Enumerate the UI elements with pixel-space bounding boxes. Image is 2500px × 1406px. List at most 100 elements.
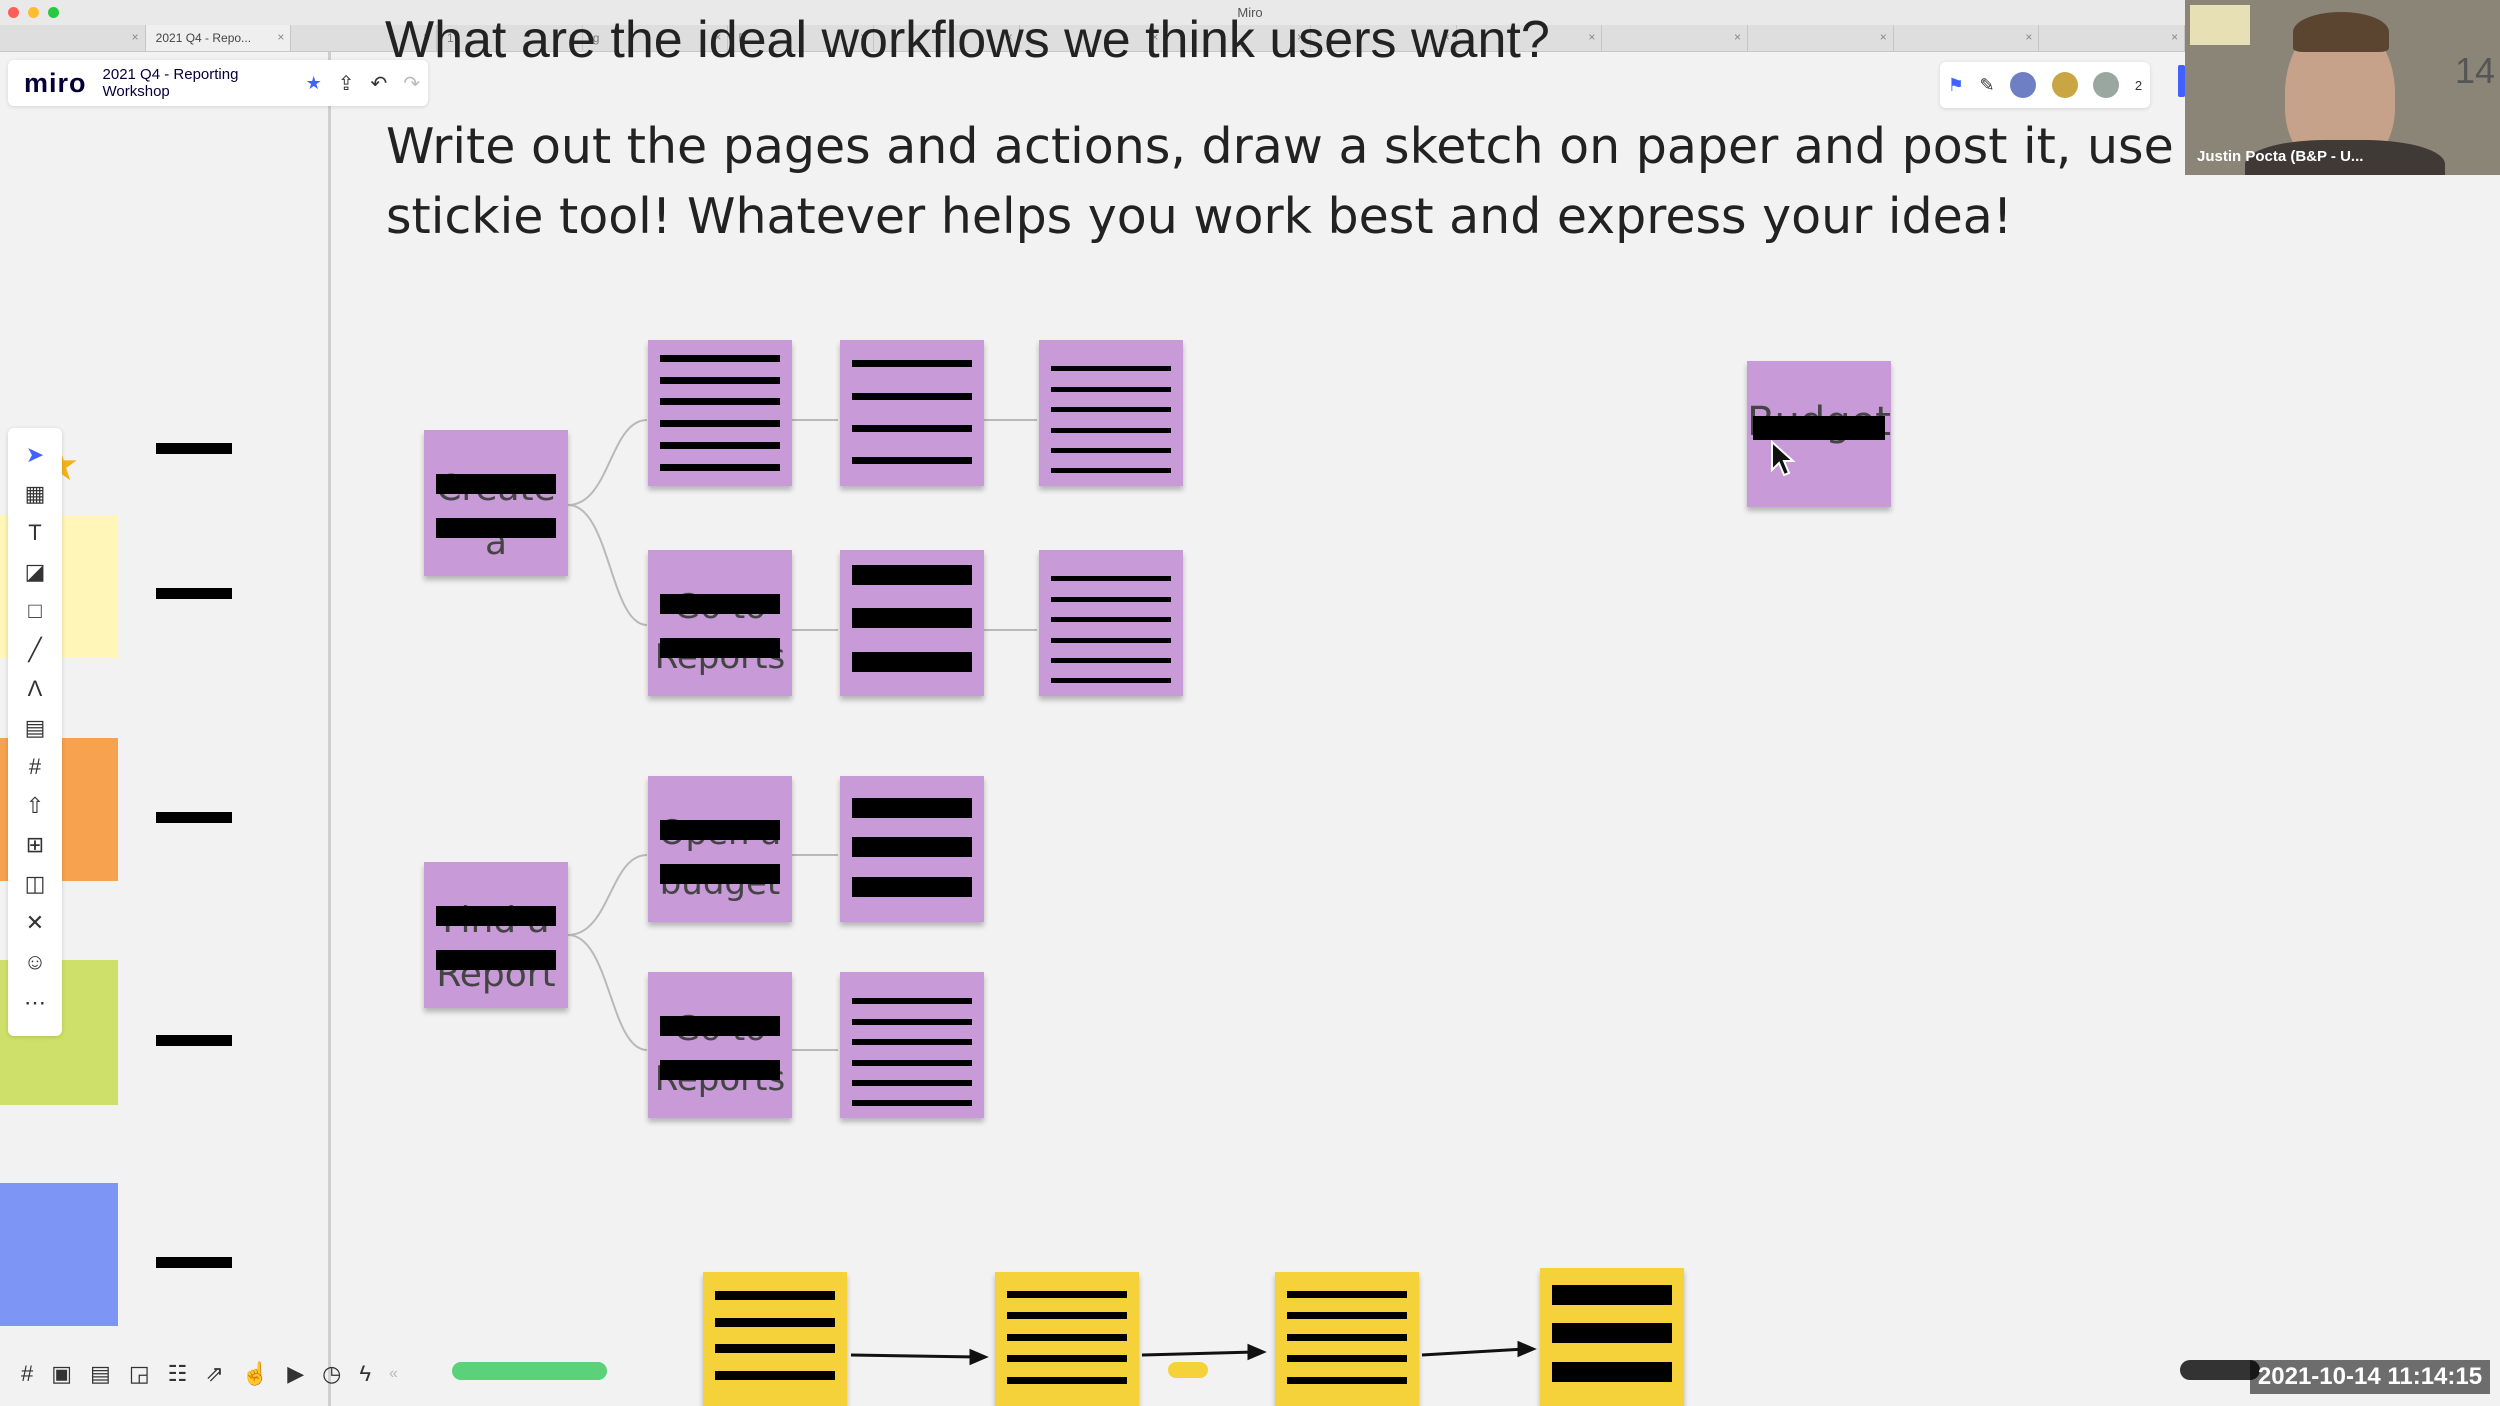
connectors [567, 419, 1537, 1366]
sticky-yellow-step[interactable] [1275, 1272, 1419, 1406]
video-participant-tile: 14 Justin Pocta (B&P - U... [2185, 0, 2500, 175]
comment-bubble[interactable] [1168, 1362, 1208, 1378]
sticky-go-to-reports-2[interactable]: Go to Reports [648, 972, 792, 1118]
redaction-bar [1050, 617, 1172, 623]
upload-icon[interactable]: ⇧ [8, 793, 62, 819]
connector-line [567, 419, 648, 506]
redaction-bar [1050, 678, 1172, 684]
screen-share-icon[interactable]: ◲ [129, 1361, 150, 1387]
collaborator-count[interactable]: 2 [2135, 78, 2142, 93]
redaction-bar [851, 1018, 973, 1025]
video-call-icon[interactable]: ▶ [287, 1361, 304, 1387]
reactions-icon[interactable]: ⚑ [1948, 75, 1964, 96]
sticky-create-report-button[interactable] [840, 550, 984, 696]
board-name[interactable]: 2021 Q4 - Reporting Workshop [103, 66, 288, 100]
redaction-bar [1006, 1355, 1128, 1363]
redaction-bar [851, 652, 973, 673]
sticky-open-budget[interactable] [648, 340, 792, 486]
text-tool-icon[interactable]: T [8, 520, 62, 546]
redo-icon[interactable]: ↷ [403, 71, 420, 96]
select-tool-icon[interactable]: ➤ [8, 442, 62, 468]
redaction-bar [1050, 596, 1172, 602]
redaction-bar [1006, 1290, 1128, 1298]
redaction-bar [1050, 576, 1172, 582]
redaction-bar [1551, 1323, 1673, 1344]
redaction-bar [1050, 386, 1172, 392]
redaction-bar [659, 637, 781, 658]
sticky-budget[interactable]: Budget [1747, 361, 1891, 507]
templates-icon[interactable]: ▦ [8, 481, 62, 507]
arrow-line [1421, 1347, 1526, 1357]
redaction-bar [435, 905, 557, 926]
shape-icon[interactable]: □ [8, 598, 62, 624]
redaction-bar [851, 1039, 973, 1046]
celebrate-icon[interactable]: ✎ [1980, 75, 1995, 96]
page-number: 14 [2455, 50, 2496, 91]
redaction-bar [1551, 1361, 1673, 1382]
sticky-go-to-reports[interactable]: Go to Reports [648, 550, 792, 696]
sticky-yellow-step[interactable] [703, 1272, 847, 1406]
share-button[interactable] [2178, 65, 2185, 97]
redaction-bar [659, 354, 781, 362]
arrowhead [969, 1348, 989, 1366]
redaction-bar [851, 797, 973, 818]
redaction-bar [659, 442, 781, 450]
emoji-icon[interactable]: ☺ [8, 949, 62, 975]
line-icon[interactable]: ╱ [8, 637, 62, 663]
sticky-note-icon[interactable]: ◪ [8, 559, 62, 585]
avatar[interactable] [2093, 72, 2120, 98]
avatar[interactable] [2051, 72, 2078, 98]
sticky-yellow-step[interactable] [995, 1272, 1139, 1406]
share-icon[interactable]: ⇪ [338, 71, 355, 96]
table-icon[interactable]: ⊞ [8, 832, 62, 858]
more-tools-icon[interactable]: ⋯ [8, 990, 62, 1016]
redaction-bar [659, 398, 781, 406]
timer-icon[interactable]: ◷ [322, 1361, 341, 1387]
miro-logo[interactable]: miro [24, 68, 87, 99]
sticky-find-report[interactable]: Find a Report [424, 862, 568, 1008]
redaction-bar [659, 464, 781, 472]
redaction-bar [1286, 1376, 1408, 1384]
participant-name: Justin Pocta (B&P - U... [2197, 148, 2364, 165]
export-icon[interactable]: ⇗ [205, 1361, 223, 1387]
redaction-bar [851, 392, 973, 400]
vote-icon[interactable]: ☝ [242, 1361, 269, 1387]
sticky-yellow-step[interactable] [1540, 1268, 1684, 1406]
redaction-bar [659, 1059, 781, 1080]
avatar[interactable] [2010, 72, 2037, 98]
collapse-icon[interactable]: « [389, 1365, 398, 1383]
sticky-report-details[interactable] [1039, 340, 1183, 486]
redaction-bar [851, 876, 973, 897]
redaction-bar [851, 424, 973, 432]
redaction-bar [1050, 468, 1172, 474]
mind-map-icon[interactable]: ✕ [8, 910, 62, 936]
comment-icon[interactable]: ▤ [8, 715, 62, 741]
chat-icon[interactable]: ▤ [90, 1361, 111, 1387]
redaction-bar [1050, 407, 1172, 413]
sticky-report-list-details[interactable] [840, 972, 984, 1118]
sticky-create-report[interactable]: Create a Report [424, 430, 568, 576]
redaction-bar [1752, 416, 1886, 441]
redaction-bar [851, 1059, 973, 1066]
recording-timestamp: 2021-10-14 11:14:15 [2250, 1360, 2490, 1394]
frame-icon[interactable]: # [8, 754, 62, 780]
participant-cursor-label [452, 1362, 607, 1380]
redaction-bar [435, 949, 557, 970]
sticky-open-a-budget[interactable]: Open a budget [648, 776, 792, 922]
redaction-bar [1006, 1333, 1128, 1341]
board-header: miro 2021 Q4 - Reporting Workshop ★ ⇪ ↶ … [8, 60, 428, 106]
pen-icon[interactable]: Λ [8, 676, 62, 702]
undo-icon[interactable]: ↶ [370, 71, 387, 96]
redaction-bar [1286, 1355, 1408, 1363]
background-poster [2190, 5, 2250, 45]
sticky-go-to-report-section[interactable] [840, 776, 984, 922]
star-icon[interactable]: ★ [306, 73, 322, 94]
sticky-report-config[interactable] [1039, 550, 1183, 696]
activity-icon[interactable]: ϟ [359, 1361, 371, 1387]
cards-icon[interactable]: ☷ [168, 1361, 188, 1387]
board-comments-icon[interactable]: ▣ [51, 1361, 72, 1387]
sticky-click-create-report[interactable] [840, 340, 984, 486]
participant-hair [2293, 12, 2389, 52]
card-icon[interactable]: ◫ [8, 871, 62, 897]
frames-icon[interactable]: # [21, 1361, 33, 1387]
